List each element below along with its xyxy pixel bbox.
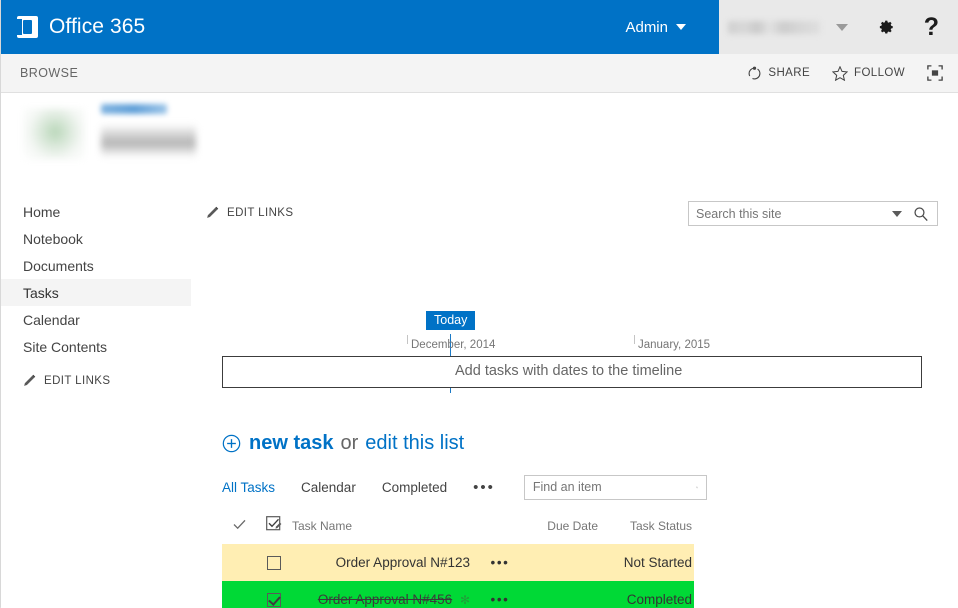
- brand-label: Office 365: [49, 15, 146, 38]
- share-icon: [748, 66, 761, 79]
- gear-icon[interactable]: [874, 16, 896, 38]
- task-name-cell[interactable]: Order Approval N#123: [292, 544, 478, 581]
- row-check-spacer: [222, 581, 256, 608]
- header-due-date[interactable]: Due Date: [522, 516, 598, 544]
- task-name-text: Order Approval N#123: [335, 555, 470, 570]
- sidebar-item-label: Calendar: [23, 311, 80, 328]
- task-status-cell: Not Started: [623, 555, 692, 570]
- timeline-tick-left: [407, 335, 408, 344]
- sidebar-item-home[interactable]: Home: [1, 198, 191, 225]
- timeline-widget[interactable]: Today December, 2014 January, 2015 Add t…: [222, 216, 922, 393]
- site-subtitle-blurred: [101, 124, 196, 158]
- admin-menu[interactable]: Admin: [625, 0, 686, 54]
- timeline-today-badge: Today: [426, 311, 476, 330]
- share-label: SHARE: [768, 67, 811, 79]
- new-task-or-text: or: [340, 431, 359, 454]
- follow-button[interactable]: FOLLOW: [832, 65, 905, 81]
- tab-calendar[interactable]: Calendar: [301, 480, 356, 495]
- row-checkbox-cell[interactable]: [256, 544, 292, 581]
- row-ellipsis-button[interactable]: •••: [478, 581, 522, 608]
- suite-bar-brand-area: Office 365 Admin: [1, 0, 719, 54]
- due-date-cell: [522, 581, 598, 608]
- star-icon: [832, 65, 849, 81]
- focus-on-content-icon: [927, 65, 943, 81]
- find-item-box[interactable]: [523, 474, 707, 500]
- site-logo-blurred: [23, 108, 85, 160]
- tab-all-tasks[interactable]: All Tasks: [222, 480, 275, 495]
- sidebar-item-tasks[interactable]: Tasks: [1, 279, 191, 306]
- office-365-brand[interactable]: Office 365: [16, 15, 145, 39]
- sidebar-edit-links-label: EDIT LINKS: [44, 374, 111, 387]
- row-checkbox-cell[interactable]: [256, 581, 292, 608]
- task-name-text: Order Approval N#456: [317, 592, 453, 607]
- ribbon-bar: BROWSE SHARE FOLLOW: [1, 54, 958, 93]
- row-ellipsis-button[interactable]: •••: [478, 544, 522, 581]
- sidebar-item-label: Home: [23, 203, 61, 220]
- pencil-icon: [24, 374, 36, 386]
- ribbon-action-group: SHARE FOLLOW: [725, 65, 958, 81]
- due-date-cell: [522, 544, 598, 581]
- new-item-marker-icon: ✻: [459, 593, 470, 607]
- user-name-blurred[interactable]: [727, 20, 820, 34]
- sidebar-item-label: Site Contents: [23, 338, 108, 355]
- task-table-body: Order Approval N#123 ••• Not Started Ord…: [222, 544, 694, 608]
- sidebar-item-label: Notebook: [23, 230, 83, 247]
- find-item-input[interactable]: [524, 479, 696, 495]
- sidebar-edit-links-button[interactable]: EDIT LINKS: [1, 374, 191, 387]
- sharepoint-tasks-page: Office 365 Admin ? BROWSE SHARE FOLLOW E…: [0, 0, 958, 608]
- sidebar-item-site-contents[interactable]: Site Contents: [1, 333, 191, 360]
- left-navigation: Home Notebook Documents Tasks Calendar S…: [1, 198, 191, 387]
- sidebar-item-notebook[interactable]: Notebook: [1, 225, 191, 252]
- header-check-column: [222, 516, 256, 544]
- table-header-row: Task Name Due Date Task Status: [222, 516, 694, 544]
- table-row[interactable]: Order Approval N#123 ••• Not Started: [222, 544, 694, 581]
- header-task-status[interactable]: Task Status: [598, 516, 694, 544]
- site-title-blurred: [101, 104, 167, 114]
- timeline-left-period-label: December, 2014: [411, 339, 496, 351]
- sidebar-item-calendar[interactable]: Calendar: [1, 306, 191, 333]
- task-table-header: Task Name Due Date Task Status: [222, 516, 694, 544]
- sidebar-item-documents[interactable]: Documents: [1, 252, 191, 279]
- views-more-button[interactable]: •••: [473, 479, 495, 496]
- tab-browse[interactable]: BROWSE: [20, 66, 78, 80]
- office-logo-icon: [16, 15, 40, 39]
- task-name-cell[interactable]: Order Approval N#456 ✻: [292, 581, 478, 608]
- new-task-link[interactable]: new task: [249, 432, 333, 455]
- task-table: Task Name Due Date Task Status Order App…: [222, 516, 694, 608]
- suite-bar: Office 365 Admin ?: [1, 0, 958, 54]
- admin-label: Admin: [625, 18, 668, 36]
- suite-bar-user-area: ?: [719, 0, 958, 54]
- pencil-icon: [207, 206, 219, 218]
- header-select-all-column[interactable]: [256, 516, 292, 544]
- header-ellipsis-column: [478, 516, 522, 544]
- new-task-header: new task or edit this list: [222, 428, 934, 458]
- user-chevron-down-icon[interactable]: [835, 23, 848, 31]
- focus-on-content-button[interactable]: [927, 65, 943, 81]
- timeline-tick-right: [634, 335, 635, 344]
- sidebar-item-label: Tasks: [23, 284, 59, 301]
- question-mark-icon[interactable]: ?: [924, 14, 939, 40]
- checkmark-icon: [233, 519, 245, 529]
- checkbox-edit-icon[interactable]: [266, 516, 282, 532]
- edit-this-list-link[interactable]: edit this list: [365, 432, 464, 455]
- timeline-right-period-label: January, 2015: [638, 339, 711, 351]
- task-status-cell: Completed: [626, 592, 692, 607]
- share-button[interactable]: SHARE: [747, 66, 810, 81]
- page-body: EDIT LINKS Home Notebook Documents Tasks: [1, 94, 958, 608]
- header-task-name[interactable]: Task Name: [292, 516, 478, 544]
- view-selector-row: All Tasks Calendar Completed •••: [222, 472, 934, 502]
- row-check-spacer: [222, 544, 256, 581]
- magnifier-icon[interactable]: [696, 480, 698, 495]
- tab-completed[interactable]: Completed: [382, 480, 447, 495]
- task-list-area: new task or edit this list All Tasks Cal…: [222, 428, 934, 608]
- chevron-down-icon: [676, 24, 686, 30]
- follow-label: FOLLOW: [854, 67, 905, 79]
- timeline-placeholder-text: Add tasks with dates to the timeline: [455, 363, 683, 379]
- table-row[interactable]: Order Approval N#456 ✻ ••• Completed: [222, 581, 694, 608]
- sidebar-item-label: Documents: [23, 257, 94, 274]
- task-complete-checkbox[interactable]: [267, 556, 281, 571]
- task-complete-checkbox[interactable]: [267, 593, 281, 608]
- plus-circle-icon[interactable]: [222, 434, 241, 453]
